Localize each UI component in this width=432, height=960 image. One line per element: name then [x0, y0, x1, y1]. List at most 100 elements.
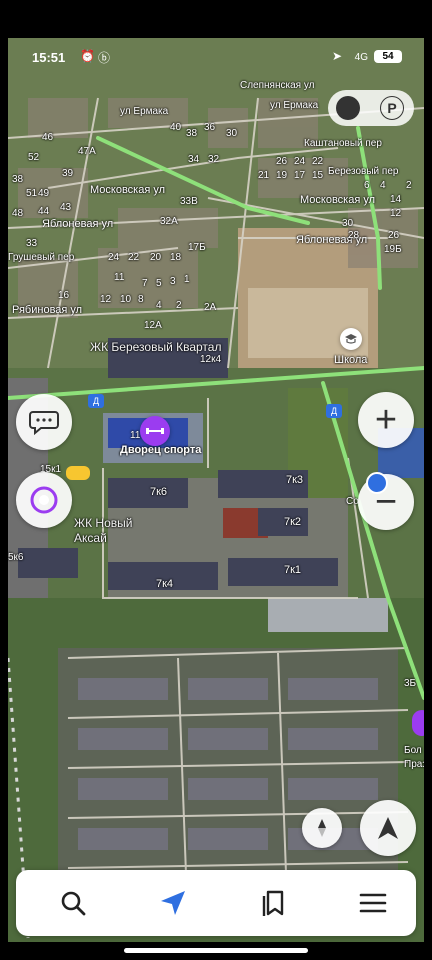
- search-button[interactable]: [50, 880, 96, 926]
- menu-button[interactable]: [350, 880, 396, 926]
- street-label: Яблоневая ул: [42, 218, 114, 230]
- poi-marker-icon[interactable]: [412, 710, 424, 736]
- house-number: 38: [186, 128, 198, 139]
- house-number: 7: [142, 278, 148, 289]
- house-number: 12: [100, 294, 112, 305]
- house-number: 32: [208, 154, 220, 165]
- house-number: 3: [170, 276, 176, 287]
- house-number: 40: [170, 122, 182, 133]
- place-label-partial-2[interactable]: Со: [346, 496, 359, 507]
- menu-icon: [359, 893, 387, 913]
- navigator-button[interactable]: [150, 880, 196, 926]
- building-label: 7к4: [156, 578, 174, 590]
- place-label-sport-palace[interactable]: Дворец спорта: [120, 444, 201, 456]
- house-number: 26: [388, 230, 400, 241]
- house-number: 30: [342, 218, 354, 229]
- parking-toggle-button[interactable]: P: [380, 96, 404, 120]
- map-layers-control: P: [328, 90, 414, 126]
- building-label: 19Б: [384, 244, 402, 255]
- compass-button[interactable]: [302, 808, 342, 848]
- house-number: 21: [258, 170, 270, 181]
- building-label: 12к4: [200, 354, 222, 365]
- street-label: ул Ермака: [270, 100, 319, 111]
- compass-icon: [318, 819, 326, 837]
- taxi-car-icon[interactable]: [66, 466, 90, 480]
- building-label: 32А: [160, 216, 178, 227]
- house-number: 30: [226, 128, 238, 139]
- place-label-berezovy[interactable]: ЖК Березовый Квартал: [90, 340, 221, 354]
- place-label-school[interactable]: Школа: [334, 354, 367, 366]
- house-number: 33: [26, 238, 38, 249]
- house-number: 48: [12, 208, 24, 219]
- house-number: 14: [390, 194, 402, 205]
- road-badge: Д: [326, 404, 342, 418]
- house-number: 2: [406, 180, 412, 191]
- sport-poi-icon[interactable]: [140, 416, 170, 446]
- street-label: Рябиновая ул: [12, 304, 83, 316]
- search-icon: [61, 891, 86, 916]
- house-number: 12: [390, 208, 402, 219]
- building-label: 33В: [180, 196, 198, 207]
- house-number: 51: [26, 188, 38, 199]
- building-label: 17Б: [188, 242, 206, 253]
- house-number: 4: [156, 300, 162, 311]
- building-label: 7к6: [150, 486, 168, 498]
- bottom-navigation-bar: [16, 870, 416, 936]
- street-label: Московская ул: [300, 194, 376, 206]
- house-number: 28: [348, 230, 360, 241]
- house-number: 34: [188, 154, 200, 165]
- my-location-button[interactable]: [360, 800, 416, 856]
- house-number: 26: [276, 156, 288, 167]
- house-number: 8: [138, 294, 144, 305]
- house-number: 22: [312, 156, 324, 167]
- chat-icon: [29, 411, 59, 435]
- street-label: Грушевый пер: [8, 252, 75, 263]
- house-number: 15: [312, 170, 324, 181]
- battery-level: 54: [374, 50, 402, 63]
- house-number: 52: [28, 152, 40, 163]
- house-number: 1: [184, 274, 190, 285]
- building-label: 7к2: [284, 516, 302, 528]
- map-frame: 15:51 ⏰ ⓑ ➤ 4G 54 Слепнянская ул ул Ерма…: [8, 38, 424, 942]
- zoom-in-button[interactable]: +: [358, 392, 414, 448]
- road-badge: Д: [88, 394, 104, 408]
- place-label-partial[interactable]: Бол Праз: [404, 744, 424, 772]
- house-number: 10: [120, 294, 132, 305]
- alice-assistant-button[interactable]: [16, 472, 72, 528]
- house-number: 22: [128, 252, 140, 263]
- map-layers-button[interactable]: [336, 96, 360, 120]
- bookmarks-button[interactable]: [250, 880, 296, 926]
- house-number: 16: [58, 290, 70, 301]
- house-number: 17: [294, 170, 306, 181]
- house-number: 39: [62, 168, 74, 179]
- house-number: 2: [176, 300, 182, 311]
- house-number: 4: [380, 180, 386, 191]
- building-label: 3Б: [404, 678, 417, 689]
- location-marker-icon: [366, 472, 388, 494]
- house-number: 38: [12, 174, 24, 185]
- plus-icon: +: [374, 399, 398, 441]
- street-label: Московская ул: [90, 184, 166, 196]
- house-number: 19: [276, 170, 288, 181]
- street-label: Березовый пер: [328, 166, 399, 177]
- alice-icon: [30, 486, 58, 514]
- home-indicator[interactable]: [124, 948, 308, 953]
- building-label: 7к1: [284, 564, 302, 576]
- building-label: 11: [130, 430, 141, 441]
- house-number: 46: [42, 132, 54, 143]
- building-label: 7к3: [286, 474, 304, 486]
- house-number: 43: [60, 202, 72, 213]
- location-arrow-icon: [378, 817, 398, 839]
- location-arrow-icon: ➤: [331, 49, 342, 63]
- status-bar: 15:51 ⏰ ⓑ ➤ 4G 54: [8, 38, 424, 74]
- school-poi-icon[interactable]: [340, 328, 362, 350]
- house-number: 24: [294, 156, 306, 167]
- chat-button[interactable]: [16, 394, 72, 450]
- street-label: Каштановый пер: [304, 138, 382, 149]
- building-label: 12А: [144, 320, 162, 331]
- navigator-arrow-icon: [161, 891, 185, 915]
- place-label-novy-aksai[interactable]: ЖК Новый Аксай: [74, 516, 154, 546]
- house-number: 18: [170, 252, 182, 263]
- app-indicator-icon: ⓑ: [98, 51, 111, 65]
- house-number: 49: [38, 188, 50, 199]
